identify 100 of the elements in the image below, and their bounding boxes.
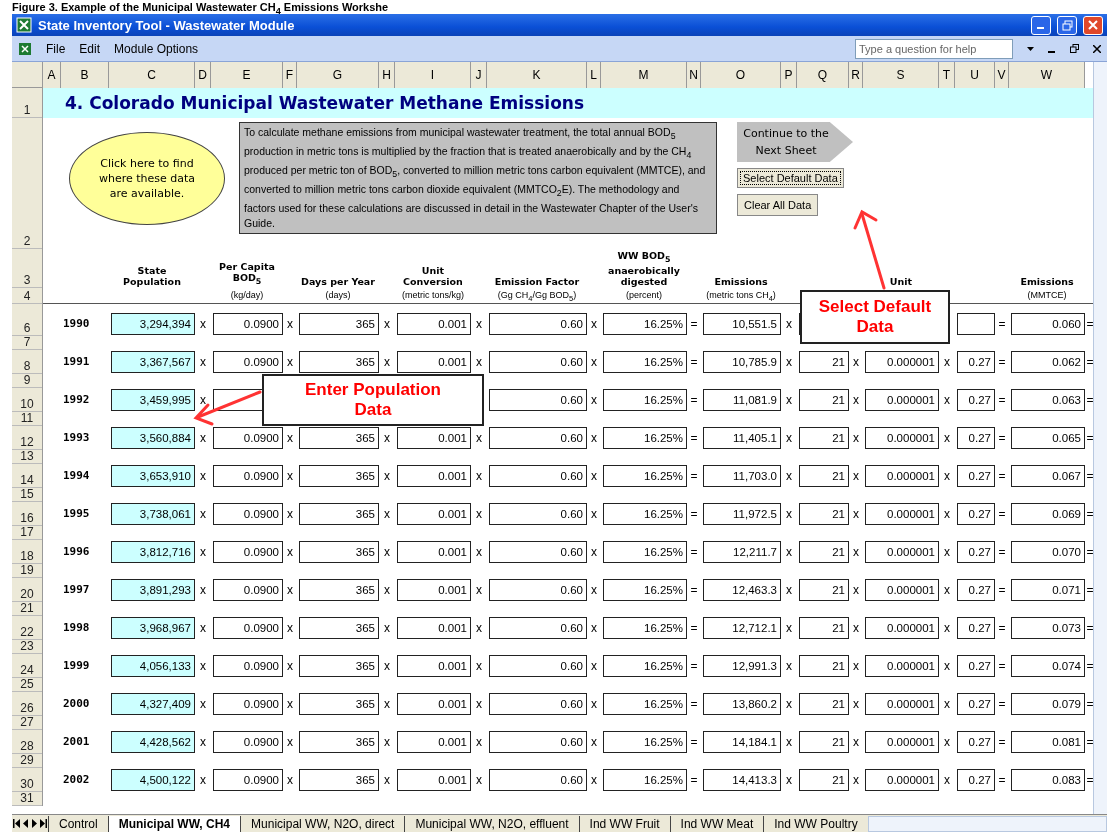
input-cell[interactable]: 3,812,716: [111, 541, 195, 563]
column-header[interactable]: P: [781, 62, 797, 89]
year-label: 2002: [62, 772, 91, 788]
minimize-button[interactable]: [1031, 15, 1051, 35]
column-header[interactable]: O: [701, 62, 781, 89]
row-header[interactable]: 14: [12, 464, 42, 488]
column-header[interactable]: K: [487, 62, 587, 89]
input-cell[interactable]: 3,560,884: [111, 427, 195, 449]
row-header[interactable]: 28: [12, 730, 42, 754]
input-cell[interactable]: 4,500,122: [111, 769, 195, 791]
horizontal-scrollbar[interactable]: [867, 815, 1107, 832]
operator-sign: x: [383, 734, 391, 751]
first-sheet-icon[interactable]: [12, 819, 21, 828]
column-header[interactable]: H: [379, 62, 395, 89]
value-cell: 0.079: [1011, 693, 1085, 715]
help-search-field[interactable]: Type a question for help: [855, 38, 1013, 59]
column-header[interactable]: V: [995, 62, 1009, 89]
row-header[interactable]: 10: [12, 388, 42, 412]
value-cell: 0.001: [397, 465, 471, 487]
value-cell: 0.000001: [865, 693, 939, 715]
value-cell: 0.27: [957, 389, 995, 411]
column-header[interactable]: T: [939, 62, 955, 89]
row-header[interactable]: 26: [12, 692, 42, 716]
column-header[interactable]: W: [1009, 62, 1085, 89]
restore-icon[interactable]: [1070, 44, 1079, 53]
column-header[interactable]: J: [471, 62, 487, 89]
year-label: 1992: [62, 392, 91, 408]
operator-sign: =: [997, 392, 1007, 409]
sheet-tab[interactable]: Ind WW Poultry: [763, 815, 868, 832]
input-cell[interactable]: 3,653,910: [111, 465, 195, 487]
macro-button[interactable]: Clear All Data: [737, 194, 819, 216]
row-header[interactable]: 31: [12, 791, 42, 806]
column-header[interactable]: F: [283, 62, 297, 89]
value-cell: 365: [299, 427, 379, 449]
column-header[interactable]: C: [109, 62, 195, 89]
column-header[interactable]: M: [601, 62, 687, 89]
restore-button[interactable]: [1057, 15, 1077, 35]
input-cell[interactable]: 3,294,394: [111, 313, 195, 335]
input-cell[interactable]: 3,738,061: [111, 503, 195, 525]
sheet-tab[interactable]: Ind WW Meat: [669, 815, 764, 832]
input-cell[interactable]: 3,968,967: [111, 617, 195, 639]
value-cell: 0.000001: [865, 731, 939, 753]
row-header[interactable]: 24: [12, 654, 42, 678]
caret-icon[interactable]: [1027, 46, 1034, 51]
column-header[interactable]: E: [211, 62, 283, 89]
input-cell[interactable]: 3,891,293: [111, 579, 195, 601]
input-cell[interactable]: 3,459,995: [111, 389, 195, 411]
menu-item[interactable]: Module Options: [114, 41, 199, 56]
input-cell[interactable]: 4,056,133: [111, 655, 195, 677]
row-header[interactable]: 20: [12, 578, 42, 602]
value-cell: 16.25%: [603, 313, 687, 335]
next-sheet-icon[interactable]: [30, 819, 39, 828]
sheet-tab[interactable]: Municipal WW, N2O, direct: [240, 815, 405, 832]
column-header[interactable]: G: [297, 62, 379, 89]
value-cell: 0.60: [489, 579, 587, 601]
row-header[interactable]: 8: [12, 350, 42, 374]
menu-item[interactable]: Edit: [79, 41, 101, 56]
input-cell[interactable]: 4,428,562: [111, 731, 195, 753]
row-header[interactable]: 3: [12, 249, 42, 288]
row-header[interactable]: 22: [12, 616, 42, 640]
operator-sign: x: [383, 354, 391, 371]
input-cell[interactable]: 4,327,409: [111, 693, 195, 715]
column-header[interactable]: Q: [797, 62, 849, 89]
close-button[interactable]: [1083, 15, 1103, 35]
value-cell: 21: [799, 503, 849, 525]
row-header[interactable]: 6: [12, 312, 42, 336]
column-header[interactable]: A: [43, 62, 61, 89]
operator-sign: =: [1085, 696, 1095, 713]
column-header[interactable]: S: [863, 62, 939, 89]
info-bubble[interactable]: Click here to find where these data are available.: [69, 132, 225, 225]
value-cell: 16.25%: [603, 731, 687, 753]
column-header[interactable]: U: [955, 62, 995, 89]
previous-sheet-icon[interactable]: [21, 819, 30, 828]
operator-sign: x: [852, 582, 860, 599]
column-header[interactable]: R: [849, 62, 863, 89]
row-header[interactable]: 12: [12, 426, 42, 450]
column-header[interactable]: N: [687, 62, 701, 89]
operator-sign: x: [199, 696, 207, 713]
last-sheet-icon[interactable]: [39, 819, 48, 828]
column-header[interactable]: B: [61, 62, 109, 89]
sheet-tab[interactable]: Control: [48, 815, 108, 832]
column-header[interactable]: I: [395, 62, 471, 89]
column-header[interactable]: D: [195, 62, 211, 89]
close-icon[interactable]: [1093, 44, 1101, 53]
macro-button[interactable]: Select Default Data: [737, 168, 844, 188]
column-header[interactable]: L: [587, 62, 601, 89]
next-sheet-button[interactable]: Continue to the Next Sheet: [737, 122, 853, 162]
vertical-scrollbar[interactable]: [1093, 62, 1107, 814]
row-header[interactable]: 18: [12, 540, 42, 564]
sheet-tab[interactable]: Municipal WW, CH4: [107, 815, 241, 832]
input-cell[interactable]: 3,367,567: [111, 351, 195, 373]
menu-item[interactable]: File: [46, 41, 66, 56]
row-header[interactable]: 30: [12, 768, 42, 792]
sheet-tab[interactable]: Ind WW Fruit: [578, 815, 670, 832]
row-header[interactable]: 16: [12, 502, 42, 526]
operator-sign: x: [199, 772, 207, 789]
sheet-tab[interactable]: Municipal WW, N2O, effluent: [404, 815, 579, 832]
operator-sign: x: [852, 544, 860, 561]
operator-sign: x: [383, 582, 391, 599]
spreadsheet-icon[interactable]: [18, 41, 32, 56]
